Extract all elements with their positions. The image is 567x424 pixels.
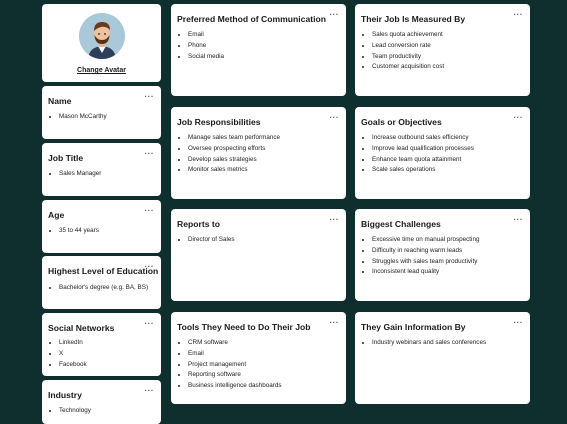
card-title: Preferred Method of Communication bbox=[177, 14, 326, 24]
list-item: Project management bbox=[188, 360, 281, 371]
more-options-icon[interactable]: ··· bbox=[145, 150, 155, 158]
list-item: Difficulty in reaching warm leads bbox=[372, 246, 479, 257]
information-card: They Gain Information By ··· Industry we… bbox=[355, 312, 530, 404]
industry-card: Industry ··· Technology bbox=[42, 380, 161, 424]
card-title: Tools They Need to Do Their Job bbox=[177, 322, 311, 332]
more-options-icon[interactable]: ··· bbox=[145, 387, 155, 395]
card-title: Goals or Objectives bbox=[361, 117, 442, 127]
avatar-illustration bbox=[79, 13, 125, 59]
more-options-icon[interactable]: ··· bbox=[514, 11, 524, 19]
avatar-card: Change Avatar bbox=[42, 4, 161, 82]
card-list: Mason McCarthy bbox=[48, 112, 107, 123]
card-list: Industry webinars and sales conferences bbox=[361, 338, 486, 349]
list-item: Bachelor's degree (e.g. BA, BS) bbox=[59, 283, 148, 294]
list-item: Increase outbound sales efficiency bbox=[372, 133, 474, 144]
list-item: Sales Manager bbox=[59, 169, 101, 180]
list-item: Director of Sales bbox=[188, 235, 235, 246]
name-card: Name ··· Mason McCarthy bbox=[42, 86, 161, 139]
more-options-icon[interactable]: ··· bbox=[514, 114, 524, 122]
list-item: Scale sales operations bbox=[372, 165, 474, 176]
social-networks-card: Social Networks ··· LinkedIn X Facebook bbox=[42, 313, 161, 376]
more-options-icon[interactable]: ··· bbox=[330, 216, 340, 224]
list-item: Industry webinars and sales conferences bbox=[372, 338, 486, 349]
card-list: 35 to 44 years bbox=[48, 226, 99, 237]
card-title: Their Job Is Measured By bbox=[361, 14, 466, 24]
more-options-icon[interactable]: ··· bbox=[145, 93, 155, 101]
list-item: Business intelligence dashboards bbox=[188, 381, 281, 392]
list-item: Technology bbox=[59, 406, 91, 417]
card-list: Manage sales team performance Oversee pr… bbox=[177, 133, 280, 176]
card-list: CRM software Email Project management Re… bbox=[177, 338, 281, 392]
list-item: 35 to 44 years bbox=[59, 226, 99, 237]
list-item: Social media bbox=[188, 52, 224, 63]
list-item: Email bbox=[188, 30, 224, 41]
tools-card: Tools They Need to Do Their Job ··· CRM … bbox=[171, 312, 346, 404]
list-item: Team productivity bbox=[372, 52, 444, 63]
card-list: Director of Sales bbox=[177, 235, 235, 246]
list-item: Monitor sales metrics bbox=[188, 165, 280, 176]
card-title: Reports to bbox=[177, 219, 220, 229]
age-card: Age ··· 35 to 44 years bbox=[42, 200, 161, 253]
card-list: Email Phone Social media bbox=[177, 30, 224, 62]
list-item: Improve lead qualification processes bbox=[372, 144, 474, 155]
list-item: Phone bbox=[188, 41, 224, 52]
card-title: Age bbox=[48, 210, 65, 220]
goals-card: Goals or Objectives ··· Increase outboun… bbox=[355, 107, 530, 199]
more-options-icon[interactable]: ··· bbox=[514, 319, 524, 327]
list-item: Manage sales team performance bbox=[188, 133, 280, 144]
card-list: Increase outbound sales efficiency Impro… bbox=[361, 133, 474, 176]
more-options-icon[interactable]: ··· bbox=[145, 207, 155, 215]
card-title: Name bbox=[48, 96, 72, 106]
card-title: Highest Level of Education bbox=[48, 266, 159, 276]
challenges-card: Biggest Challenges ··· Excessive time on… bbox=[355, 209, 530, 301]
more-options-icon[interactable]: ··· bbox=[145, 263, 155, 271]
card-list: Sales quota achievement Lead conversion … bbox=[361, 30, 444, 73]
card-title: Biggest Challenges bbox=[361, 219, 441, 229]
more-options-icon[interactable]: ··· bbox=[514, 216, 524, 224]
communication-card: Preferred Method of Communication ··· Em… bbox=[171, 4, 346, 96]
card-title: Job Title bbox=[48, 153, 84, 163]
card-list: Technology bbox=[48, 406, 91, 417]
card-list: Bachelor's degree (e.g. BA, BS) bbox=[48, 283, 148, 294]
list-item: Oversee prospecting efforts bbox=[188, 144, 280, 155]
more-options-icon[interactable]: ··· bbox=[330, 114, 340, 122]
card-title: Social Networks bbox=[48, 323, 115, 333]
more-options-icon[interactable]: ··· bbox=[145, 320, 155, 328]
measured-by-card: Their Job Is Measured By ··· Sales quota… bbox=[355, 4, 530, 96]
list-item: Struggles with sales team productivity bbox=[372, 257, 479, 268]
more-options-icon[interactable]: ··· bbox=[330, 319, 340, 327]
list-item: Lead conversion rate bbox=[372, 41, 444, 52]
list-item: Facebook bbox=[59, 360, 87, 371]
list-item: Sales quota achievement bbox=[372, 30, 444, 41]
card-title: Industry bbox=[48, 390, 82, 400]
list-item: Inconsistent lead quality bbox=[372, 267, 479, 278]
list-item: CRM software bbox=[188, 338, 281, 349]
list-item: Customer acquisition cost bbox=[372, 62, 444, 73]
card-title: Job Responsibilities bbox=[177, 117, 261, 127]
list-item: Excessive time on manual prospecting bbox=[372, 235, 479, 246]
list-item: Mason McCarthy bbox=[59, 112, 107, 123]
list-item: X bbox=[59, 349, 87, 360]
avatar bbox=[79, 13, 125, 59]
more-options-icon[interactable]: ··· bbox=[330, 11, 340, 19]
job-title-card: Job Title ··· Sales Manager bbox=[42, 143, 161, 196]
card-list: Excessive time on manual prospecting Dif… bbox=[361, 235, 479, 278]
card-list: Sales Manager bbox=[48, 169, 101, 180]
reports-to-card: Reports to ··· Director of Sales bbox=[171, 209, 346, 301]
list-item: Reporting software bbox=[188, 370, 281, 381]
list-item: Email bbox=[188, 349, 281, 360]
responsibilities-card: Job Responsibilities ··· Manage sales te… bbox=[171, 107, 346, 199]
education-card: Highest Level of Education ··· Bachelor'… bbox=[42, 256, 161, 309]
card-title: They Gain Information By bbox=[361, 322, 466, 332]
change-avatar-link[interactable]: Change Avatar bbox=[42, 67, 161, 74]
list-item: Develop sales strategies bbox=[188, 155, 280, 166]
list-item: LinkedIn bbox=[59, 338, 87, 349]
list-item: Enhance team quota attainment bbox=[372, 155, 474, 166]
card-list: LinkedIn X Facebook bbox=[48, 338, 87, 370]
